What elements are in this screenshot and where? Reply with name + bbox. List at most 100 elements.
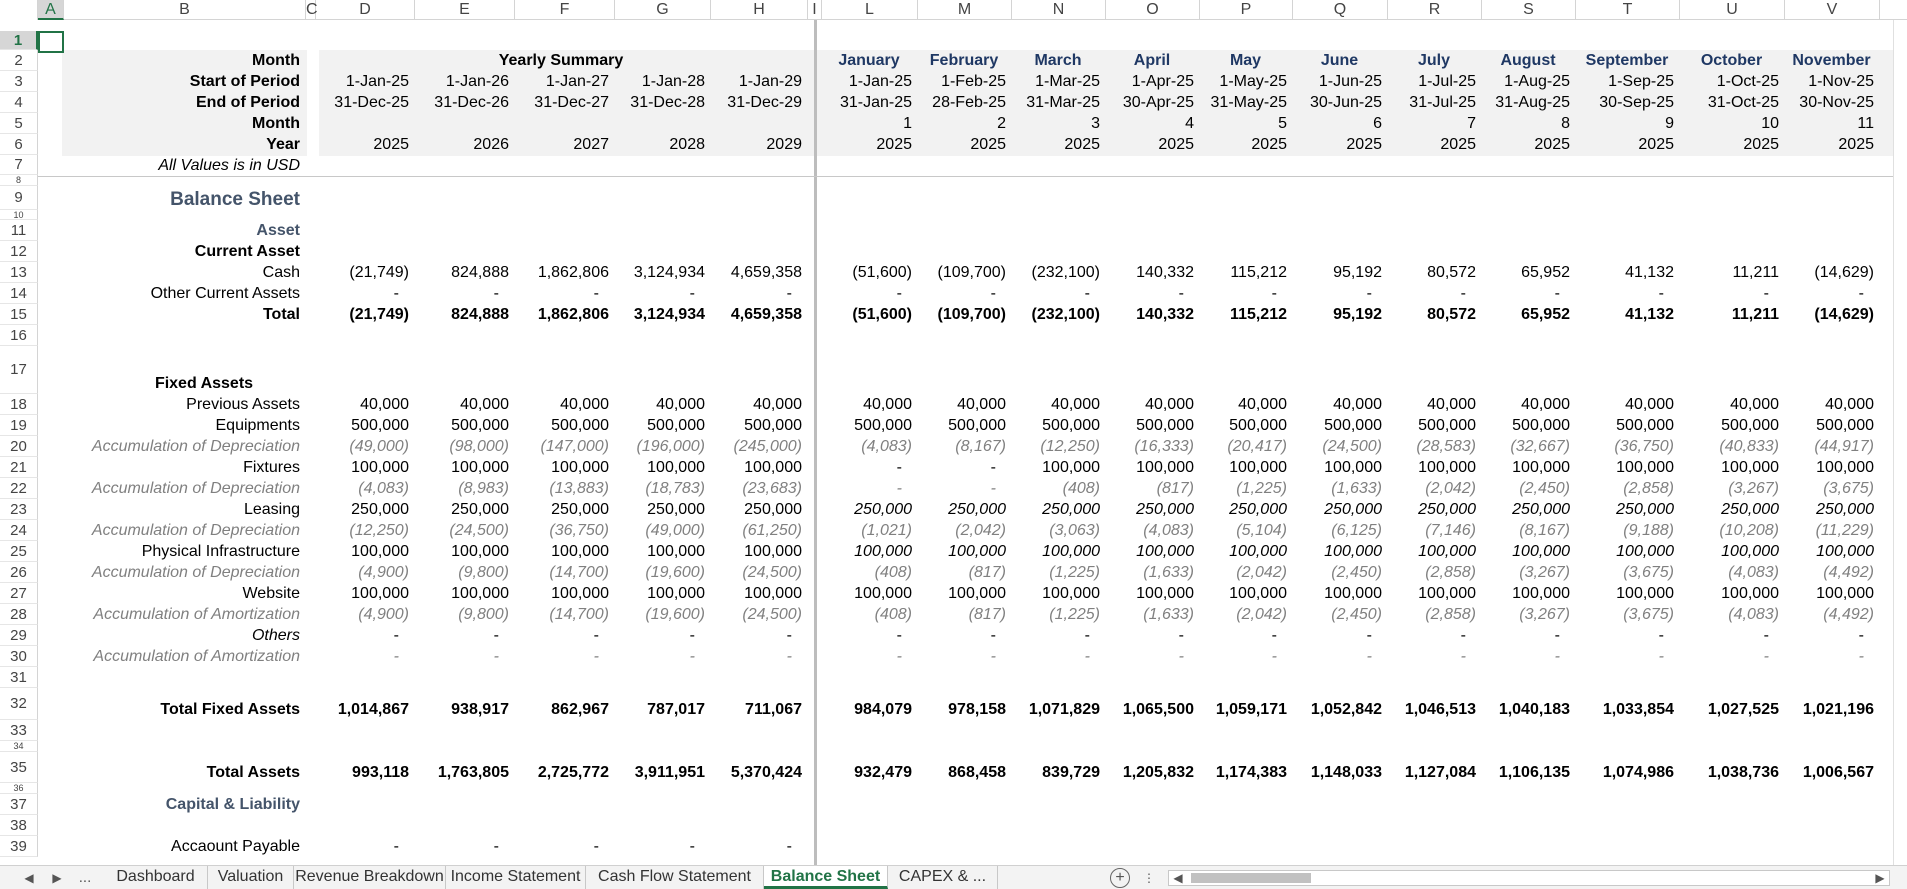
value-row-26-R: (2,858) [1425,564,1476,581]
column-header-T[interactable]: T [1576,0,1680,20]
column-header-F[interactable]: F [515,0,615,20]
row-header-2[interactable]: 2 [0,50,38,71]
horizontal-scroll-thumb[interactable] [1191,873,1311,883]
value-row-20-M: (8,167) [955,438,1006,455]
row-header-22[interactable]: 22 [0,478,38,499]
header-label-month-number: Month [252,115,300,132]
column-header-S[interactable]: S [1482,0,1576,20]
more-sheets-ellipsis[interactable]: ... [76,868,94,888]
sheet-tab-income-statement[interactable]: Income Statement [446,866,586,889]
row-header-38[interactable]: 38 [0,815,38,836]
row-header-34[interactable]: 34 [0,741,38,752]
active-cell-A1[interactable] [38,31,64,53]
value-row-22-E: (8,983) [458,480,509,497]
value-row-27-F: 100,000 [551,585,609,602]
row-header-18[interactable]: 18 [0,394,38,415]
row-header-11[interactable]: 11 [0,220,38,241]
prev-sheet-icon[interactable]: ◀ [20,868,38,888]
row-header-4[interactable]: 4 [0,92,38,113]
row-header-7[interactable]: 7 [0,155,38,175]
row-header-30[interactable]: 30 [0,646,38,667]
column-header-I[interactable]: I [808,0,822,20]
row-header-36[interactable]: 36 [0,783,38,794]
column-header-D[interactable]: D [316,0,415,20]
sheet-tab-capex[interactable]: CAPEX & ... [888,866,998,889]
value-row-30-P: - [1271,648,1277,665]
value-row-32-E: 938,917 [451,701,509,718]
row-header-14[interactable]: 14 [0,283,38,304]
row-header-23[interactable]: 23 [0,499,38,520]
column-header-Q[interactable]: Q [1293,0,1388,20]
column-header-R[interactable]: R [1388,0,1482,20]
row-header-1[interactable]: 1 [0,31,38,50]
scroll-left-icon[interactable]: ◀ [1169,868,1187,888]
row-header-5[interactable]: 5 [0,113,38,134]
row-header-29[interactable]: 29 [0,625,38,646]
value-row-39-L [826,836,912,857]
value-row-25-U: 100,000 [1721,543,1779,560]
tab-options-icon[interactable]: ⋮ [1140,868,1158,888]
column-header-O[interactable]: O [1106,0,1200,20]
row-header-35[interactable]: 35 [0,752,38,783]
row-header-39[interactable]: 39 [0,836,38,857]
row-header-26[interactable]: 26 [0,562,38,583]
row-header-28[interactable]: 28 [0,604,38,625]
row-header-21[interactable]: 21 [0,457,38,478]
line-label-row-18: Previous Assets [186,396,300,413]
row-header-25[interactable]: 25 [0,541,38,562]
row-header-37[interactable]: 37 [0,794,38,815]
add-sheet-icon[interactable]: + [1110,868,1130,888]
row-header-16[interactable]: 16 [0,325,38,346]
row-header-31[interactable]: 31 [0,667,38,688]
value-row-22-V: (3,675) [1823,480,1874,497]
row-header-32[interactable]: 32 [0,688,38,720]
value-row-28-F: (14,700) [549,606,609,623]
row-header-20[interactable]: 20 [0,436,38,457]
next-sheet-icon[interactable]: ▶ [48,868,66,888]
row-header-24[interactable]: 24 [0,520,38,541]
row-header-9[interactable]: 9 [0,186,38,210]
sheet-tab-dashboard[interactable]: Dashboard [104,866,208,889]
value-row-29-O: - [1178,627,1184,644]
sheet-tab-cash-flow-statement[interactable]: Cash Flow Statement [586,866,764,889]
column-header-N[interactable]: N [1012,0,1106,20]
row-header-17[interactable]: 17 [0,346,38,394]
value-row-24-D: (12,250) [349,522,409,539]
column-header-C[interactable]: C [306,0,318,20]
row-header-12[interactable]: 12 [0,241,38,262]
row-header-13[interactable]: 13 [0,262,38,283]
column-header-E[interactable]: E [415,0,515,20]
scroll-right-icon[interactable]: ▶ [1871,868,1889,888]
horizontal-scrollbar[interactable]: ◀ ▶ [1168,870,1890,886]
value-row-22-F: (13,883) [549,480,609,497]
value-row-15-G: 3,124,934 [633,306,705,323]
row-header-6[interactable]: 6 [0,134,38,155]
column-header-H[interactable]: H [711,0,808,20]
column-header-B[interactable]: B [64,0,306,20]
column-header-G[interactable]: G [615,0,711,20]
column-header-M[interactable]: M [918,0,1012,20]
row-header-33[interactable]: 33 [0,720,38,741]
column-header-L[interactable]: L [822,0,918,20]
sheet-grid[interactable]: Month Start of Period End of Period Month Ye… [38,20,1907,865]
select-all-corner[interactable] [0,0,38,20]
column-header-V[interactable]: V [1785,0,1880,20]
row-header-3[interactable]: 3 [0,71,38,92]
sheet-tab-balance-sheet[interactable]: Balance Sheet [764,866,888,889]
row-header-19[interactable]: 19 [0,415,38,436]
sheet-tab-revenue-breakdown[interactable]: Revenue Breakdown [294,866,446,889]
value-row-18-L: 40,000 [863,396,912,413]
column-header-P[interactable]: P [1200,0,1293,20]
row-header-15[interactable]: 15 [0,304,38,325]
value-row-26-S: (3,267) [1519,564,1570,581]
value-row-25-D: 100,000 [351,543,409,560]
row-header-27[interactable]: 27 [0,583,38,604]
vertical-scrollbar[interactable] [1893,20,1907,865]
column-header-A[interactable]: A [38,0,64,20]
value-row-23-V: 250,000 [1816,501,1874,518]
row-header-10[interactable]: 10 [0,210,38,220]
row-header-8[interactable]: 8 [0,175,38,186]
column-header-U[interactable]: U [1680,0,1785,20]
value-row-24-P: (5,104) [1236,522,1287,539]
sheet-tab-valuation[interactable]: Valuation [208,866,294,889]
